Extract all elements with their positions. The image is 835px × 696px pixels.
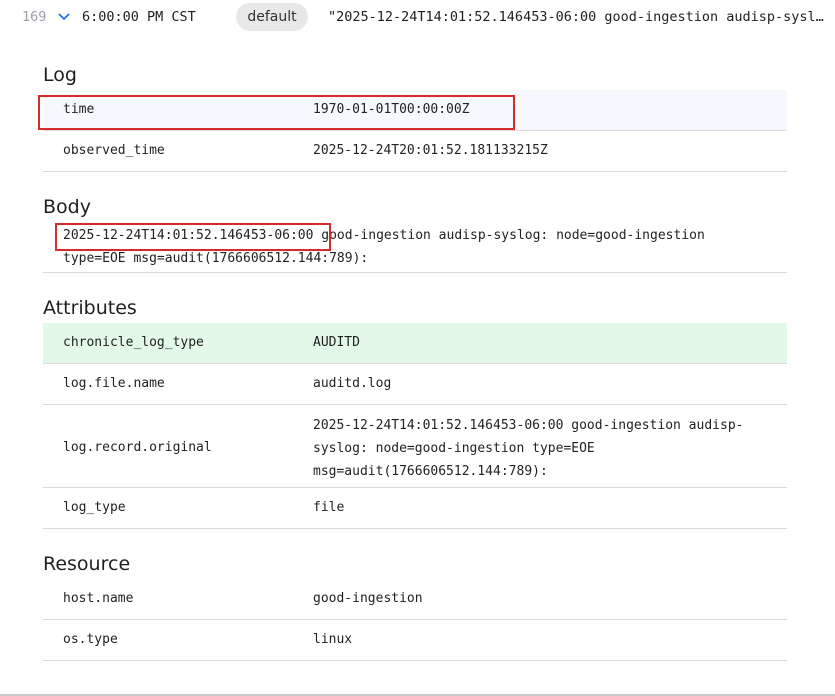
field-value: 2025-12-24T14:01:52.146453-06:00 good-in… (313, 418, 744, 479)
resource-field-host-name: host.name good-ingestion (43, 579, 787, 620)
attr-field-log-record-original: log.record.original 2025-12-24T14:01:52.… (43, 405, 787, 488)
section-title-log: Log (43, 64, 77, 86)
field-key: chronicle_log_type (63, 335, 204, 350)
field-value: good-ingestion (313, 591, 423, 606)
field-key: time (63, 102, 95, 117)
row-number: 169 (22, 9, 47, 25)
body-text-line1: good-ingestion audisp-syslog: node=good-… (313, 228, 705, 243)
field-key: observed_time (63, 143, 165, 158)
field-value: 2025-12-24T20:01:52.181133215Z (313, 143, 548, 158)
field-value: file (313, 500, 345, 515)
log-field-time: time 1970-01-01T00:00:00Z (43, 90, 787, 131)
log-row[interactable]: 169 6:00:00 PM CST default "2025-12-24T1… (0, 0, 835, 36)
log-entry-view: 169 6:00:00 PM CST default "2025-12-24T1… (0, 0, 835, 696)
chevron-down-icon[interactable] (58, 12, 70, 22)
attr-field-chronicle-log-type: chronicle_log_type AUDITD (43, 323, 787, 364)
attr-field-log-type: log_type file (43, 488, 787, 529)
section-title-resource: Resource (43, 553, 131, 575)
log-details: Log time 1970-01-01T00:00:00Z observed_t… (43, 60, 787, 661)
field-key: log.record.original (63, 440, 212, 455)
log-field-observed-time: observed_time 2025-12-24T20:01:52.181133… (43, 131, 787, 172)
row-timestamp: 6:00:00 PM CST (82, 9, 196, 25)
body-timestamp: 2025-12-24T14:01:52.146453-06:00 (63, 228, 314, 243)
field-key: log_type (63, 500, 126, 515)
attr-field-log-file-name: log.file.name auditd.log (43, 364, 787, 405)
section-title-attributes: Attributes (43, 297, 137, 319)
field-key: os.type (63, 632, 118, 647)
row-message: "2025-12-24T14:01:52.146453-06:00 good-i… (328, 9, 828, 25)
namespace-badge: default (236, 3, 308, 31)
field-key: log.file.name (63, 376, 165, 391)
resource-field-os-type: os.type linux (43, 620, 787, 661)
field-value: auditd.log (313, 376, 392, 391)
section-title-body: Body (43, 196, 91, 218)
field-value: 1970-01-01T00:00:00Z (313, 102, 470, 117)
field-value: AUDITD (313, 335, 360, 350)
field-value: linux (313, 632, 353, 647)
field-key: host.name (63, 591, 134, 606)
body-content: 2025-12-24T14:01:52.146453-06:00 good-in… (43, 222, 787, 273)
body-text-line2: type=EOE msg=audit(1766606512.144:789): (63, 251, 369, 266)
